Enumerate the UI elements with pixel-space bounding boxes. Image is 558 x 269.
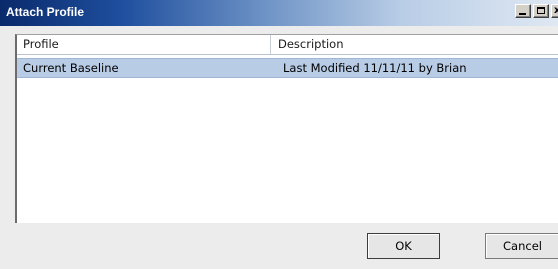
column-header-description[interactable]: Description <box>272 35 558 54</box>
row-description-cell: Last Modified 11/11/11 by Brian <box>283 61 467 75</box>
column-header-profile[interactable]: Profile <box>17 35 271 54</box>
close-icon: x <box>554 5 558 16</box>
attach-profile-dialog: Attach Profile x Profile Description Cur… <box>0 0 558 269</box>
close-button[interactable]: x <box>551 4 558 18</box>
minimize-icon <box>519 13 526 15</box>
window-title: Attach Profile <box>6 5 85 19</box>
title-bar[interactable]: Attach Profile x <box>0 0 558 26</box>
maximize-button[interactable] <box>533 4 549 18</box>
list-header: Profile Description <box>17 35 558 55</box>
maximize-icon <box>537 7 545 14</box>
cancel-button[interactable]: Cancel <box>485 233 558 259</box>
minimize-button[interactable] <box>515 4 531 18</box>
profile-list[interactable]: Profile Description Current Baseline Las… <box>15 34 558 223</box>
row-profile-cell: Current Baseline <box>23 61 119 75</box>
list-row-current-baseline[interactable]: Current Baseline Last Modified 11/11/11 … <box>17 58 558 78</box>
ok-button[interactable]: OK <box>367 233 440 259</box>
